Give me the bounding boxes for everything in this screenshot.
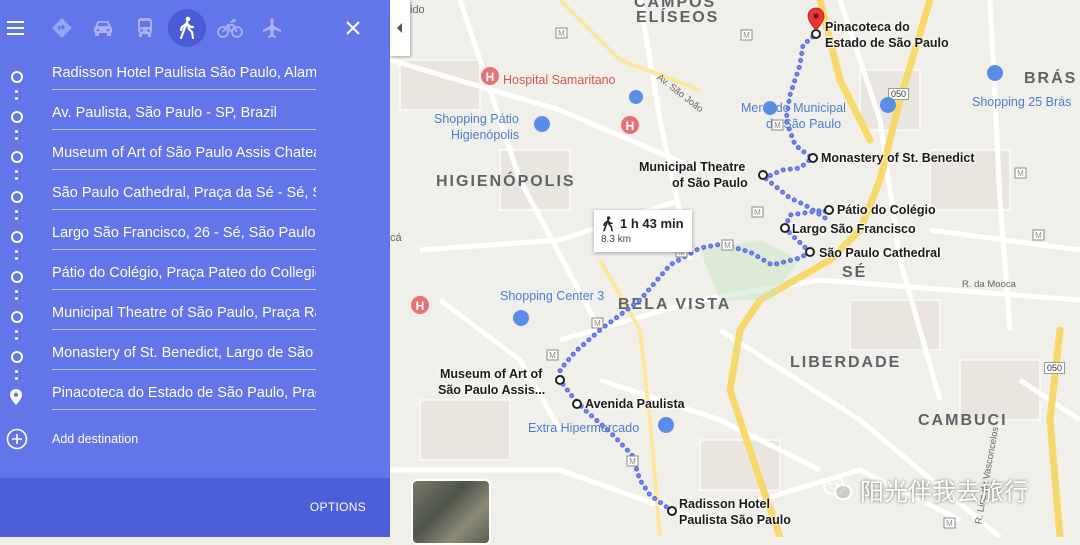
route-duration-tooltip[interactable]: 1 h 43 min 8.3 km [594,210,692,252]
options-bar: OPTIONS [0,478,390,537]
waypoint-circle-icon [11,151,23,163]
place-label[interactable]: Paulista São Paulo [679,512,791,528]
destination-row: Largo São Francisco, 26 - Sé, São Paulo [0,216,390,256]
destination-row: Pátio do Colégio, Praça Pateo do Collegi… [0,256,390,296]
hamburger-icon[interactable] [0,8,35,48]
destination-row: Av. Paulista, São Paulo - SP, Brazil [0,96,390,136]
svg-text:M: M [946,519,953,528]
place-label[interactable]: Museum of Art of [440,366,542,382]
street-view-thumbnail[interactable] [411,479,491,545]
watermark-text: 阳光伴我去旅行 [860,478,1028,506]
watermark: 阳光伴我去旅行 [822,472,1028,506]
svg-text:M: M [594,319,601,328]
add-destination-row[interactable]: Add destination [0,420,390,460]
route-distance: 8.3 km [601,234,632,245]
place-label[interactable]: São Paulo Assis... [438,382,545,398]
svg-text:M: M [629,457,636,466]
place-label[interactable]: São Paulo Cathedral [819,245,941,261]
map-canvas[interactable]: CAMPOS ELÍSEOS HIGIENÓPOLIS BELA VISTA S… [390,0,1080,537]
bike-icon[interactable] [210,8,250,48]
car-icon[interactable] [83,8,123,48]
flight-icon[interactable] [252,8,292,48]
destination-input[interactable]: Pinacoteca do Estado de São Paulo, Praça… [52,385,316,410]
place-label[interactable]: of São Paulo [672,175,748,191]
destination-input[interactable]: Monastery of St. Benedict, Largo de São … [52,345,316,370]
svg-text:M: M [724,241,731,250]
waypoint-circle-icon [11,311,23,323]
add-destination-label: Add destination [52,432,139,446]
svg-text:M: M [558,29,565,38]
travel-mode-bar [0,0,390,56]
destination-input[interactable]: Av. Paulista, São Paulo - SP, Brazil [52,105,316,130]
destination-input[interactable]: São Paulo Cathedral, Praça da Sé - Sé, S… [52,185,316,210]
destination-row: Museum of Art of São Paulo Assis Chateau… [0,136,390,176]
walk-icon[interactable] [168,9,206,47]
svg-text:H: H [486,70,495,84]
destination-input[interactable]: Museum of Art of São Paulo Assis Chateau… [52,145,316,170]
place-label[interactable]: Estado de São Paulo [825,35,949,51]
place-label[interactable]: Largo São Francisco [792,221,916,237]
destination-input[interactable]: Pátio do Colégio, Praça Pateo do Collegi… [52,265,316,290]
directions-panel: Radisson Hotel Paulista São Paulo, Alame… [0,0,390,537]
waypoint-circle-icon [11,271,23,283]
transit-icon[interactable] [125,8,165,48]
route-overlay: M MM MMM MMM MMM H H H [411,7,1045,529]
walk-icon [603,216,613,232]
place-label[interactable]: Radisson Hotel [679,496,770,512]
close-icon[interactable] [333,8,373,48]
svg-text:M: M [754,208,761,217]
options-button[interactable]: OPTIONS [310,500,366,514]
place-label[interactable]: Monastery of St. Benedict [821,150,975,166]
svg-text:M: M [549,351,556,360]
wechat-icon [823,476,852,500]
svg-text:H: H [416,299,425,313]
destination-input[interactable]: Largo São Francisco, 26 - Sé, São Paulo [52,225,316,250]
svg-text:H: H [626,119,635,133]
directions-diamond-icon[interactable] [42,8,82,48]
destination-row: Municipal Theatre of São Paulo, Praça Ra… [0,296,390,336]
svg-text:M: M [743,31,750,40]
collapse-panel-button[interactable] [390,0,410,56]
destination-row: São Paulo Cathedral, Praça da Sé - Sé, S… [0,176,390,216]
waypoint-circle-icon [11,191,23,203]
destination-row: Pinacoteca do Estado de São Paulo, Praça… [0,376,390,416]
destination-input[interactable]: Municipal Theatre of São Paulo, Praça Ra… [52,305,316,330]
add-circle-icon [6,428,28,450]
destination-row: Monastery of St. Benedict, Largo de São … [0,336,390,376]
place-label[interactable]: Municipal Theatre [639,159,745,175]
svg-text:M: M [774,121,781,130]
waypoint-circle-icon [11,111,23,123]
svg-text:M: M [1035,231,1042,240]
destination-input[interactable]: Radisson Hotel Paulista São Paulo, Alame… [52,65,316,90]
waypoint-circle-icon [11,231,23,243]
route-duration: 1 h 43 min [620,216,684,231]
place-label[interactable]: Pátio do Colégio [837,202,936,218]
destination-row: Radisson Hotel Paulista São Paulo, Alame… [0,56,390,96]
waypoint-circle-icon [11,71,23,83]
place-label[interactable]: Avenida Paulista [585,396,685,412]
chevron-left-icon [397,23,402,33]
svg-text:M: M [1017,169,1024,178]
place-label[interactable]: Pinacoteca do [825,19,910,35]
destination-pin-icon [10,389,22,405]
waypoint-circle-icon [11,351,23,363]
